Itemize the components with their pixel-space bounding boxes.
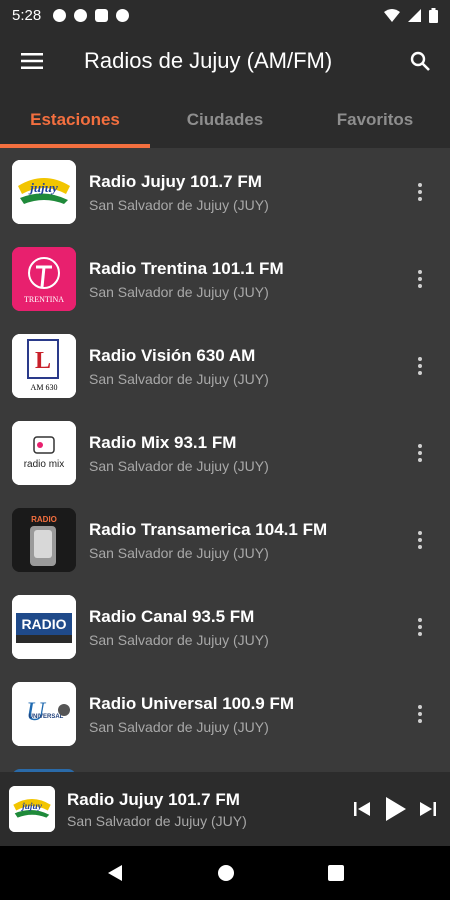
svg-text:TRENTINA: TRENTINA — [24, 295, 64, 304]
skip-next-icon[interactable] — [420, 801, 436, 817]
station-info: Radio Universal 100.9 FM San Salvador de… — [89, 693, 400, 735]
station-city: San Salvador de Jujuy (JUY) — [89, 283, 269, 300]
station-info: Radio Transamerica 104.1 FM San Salvador… — [89, 519, 400, 561]
wifi-icon — [384, 8, 400, 22]
home-icon[interactable] — [217, 864, 235, 882]
station-logo: U UNIVERSAL — [12, 681, 76, 746]
station-city: San Salvador de Jujuy (JUY) — [89, 457, 269, 474]
hamburger-icon — [21, 53, 43, 69]
more-options-icon[interactable] — [400, 167, 440, 217]
station-info: Radio Trentina 101.1 FM San Salvador de … — [89, 258, 400, 300]
station-logo: radio mix — [12, 420, 76, 485]
station-name: Radio Canal 93.5 FM — [89, 606, 255, 626]
tab-ciudades[interactable]: Ciudades — [150, 92, 300, 148]
station-name: Radio Visión 630 AM — [89, 345, 256, 365]
app-title: Radios de Jujuy (AM/FM) — [84, 48, 333, 73]
playback-controls — [354, 797, 436, 821]
search-icon — [410, 51, 430, 71]
svg-text:RADIO: RADIO — [31, 515, 57, 524]
station-row[interactable]: L AM 630 Radio Visión 630 AM San Salvado… — [0, 322, 450, 409]
station-info: Radio Mix 93.1 FM San Salvador de Jujuy … — [89, 432, 400, 474]
recents-icon[interactable] — [327, 865, 344, 881]
station-row[interactable]: U UNIVERSAL Radio Universal 100.9 FM San… — [0, 670, 450, 757]
station-logo: TRENTINA — [12, 246, 76, 311]
station-city: San Salvador de Jujuy (JUY) — [89, 631, 269, 648]
search-button[interactable] — [390, 30, 450, 92]
more-options-icon[interactable] — [400, 689, 440, 739]
station-logo: RADIO — [12, 507, 76, 572]
station-row[interactable]: RADIO Radio Transamerica 104.1 FM San Sa… — [0, 496, 450, 583]
status-bar: 5:28 — [0, 0, 450, 30]
station-city: San Salvador de Jujuy (JUY) — [89, 370, 269, 387]
status-system-icons — [384, 7, 438, 23]
station-row[interactable]: jujuy Radio Jujuy 101.7 FM San Salvador … — [0, 148, 450, 235]
station-name: Radio Trentina 101.1 FM — [89, 258, 284, 278]
tab-bar: Estaciones Ciudades Favoritos — [0, 92, 450, 148]
status-notification-icons — [53, 8, 130, 22]
mic-icon — [74, 8, 88, 22]
station-city: San Salvador de Jujuy (JUY) — [89, 196, 269, 213]
more-options-icon[interactable] — [400, 515, 440, 565]
svg-text:L: L — [35, 348, 51, 374]
play-icon[interactable] — [384, 797, 406, 821]
station-list: jujuy Radio Jujuy 101.7 FM San Salvador … — [0, 148, 450, 772]
svg-text:radio mix: radio mix — [24, 459, 65, 470]
back-icon[interactable] — [106, 864, 124, 882]
station-name: Radio Universal 100.9 FM — [89, 693, 295, 713]
tab-estaciones[interactable]: Estaciones — [0, 92, 150, 148]
station-row[interactable]: RADIO Radio Canal 93.5 FM San Salvador d… — [0, 583, 450, 670]
status-time: 5:28 — [12, 6, 42, 24]
sim-icon — [95, 8, 109, 22]
station-row-partial[interactable] — [0, 757, 450, 772]
sync-icon — [116, 8, 130, 22]
tab-favoritos[interactable]: Favoritos — [300, 92, 450, 148]
station-name: Radio Mix 93.1 FM — [89, 432, 237, 452]
station-info: Radio Visión 630 AM San Salvador de Juju… — [89, 345, 400, 387]
station-row[interactable]: radio mix Radio Mix 93.1 FM San Salvador… — [0, 409, 450, 496]
more-options-icon[interactable] — [400, 254, 440, 304]
station-city: San Salvador de Jujuy (JUY) — [89, 718, 269, 735]
battery-icon — [429, 7, 438, 23]
station-logo: L AM 630 — [12, 333, 76, 398]
station-name: Radio Transamerica 104.1 FM — [89, 519, 328, 539]
now-playing-name: Radio Jujuy 101.7 FM — [67, 790, 240, 809]
station-info: Radio Jujuy 101.7 FM San Salvador de Juj… — [89, 171, 400, 213]
signal-icon — [408, 8, 421, 22]
svg-text:jujuy: jujuy — [20, 802, 43, 812]
more-options-icon[interactable] — [400, 428, 440, 478]
more-options-icon[interactable] — [400, 602, 440, 652]
station-logo: jujuy — [12, 159, 76, 224]
station-city: San Salvador de Jujuy (JUY) — [89, 544, 269, 561]
settings-icon — [53, 8, 67, 22]
station-row[interactable]: TRENTINA Radio Trentina 101.1 FM San Sal… — [0, 235, 450, 322]
app-bar: Radios de Jujuy (AM/FM) — [0, 30, 450, 92]
svg-text:jujuy: jujuy — [28, 180, 58, 195]
station-logo: RADIO — [12, 594, 76, 659]
svg-text:UNIVERSAL: UNIVERSAL — [29, 714, 64, 720]
menu-button[interactable] — [0, 30, 64, 92]
more-options-icon[interactable] — [400, 341, 440, 391]
now-playing-bar[interactable]: jujuy Radio Jujuy 101.7 FM San Salvador … — [0, 772, 450, 846]
now-playing-info: Radio Jujuy 101.7 FM San Salvador de Juj… — [67, 789, 354, 829]
svg-text:U: U — [26, 697, 47, 726]
station-name: Radio Jujuy 101.7 FM — [89, 171, 262, 191]
skip-previous-icon[interactable] — [354, 801, 370, 817]
station-info: Radio Canal 93.5 FM San Salvador de Juju… — [89, 606, 400, 648]
svg-text:RADIO: RADIO — [21, 616, 66, 632]
now-playing-city: San Salvador de Jujuy (JUY) — [67, 813, 247, 829]
now-playing-logo: jujuy — [9, 786, 55, 832]
system-nav-bar — [0, 846, 450, 900]
svg-text:AM 630: AM 630 — [31, 383, 58, 392]
